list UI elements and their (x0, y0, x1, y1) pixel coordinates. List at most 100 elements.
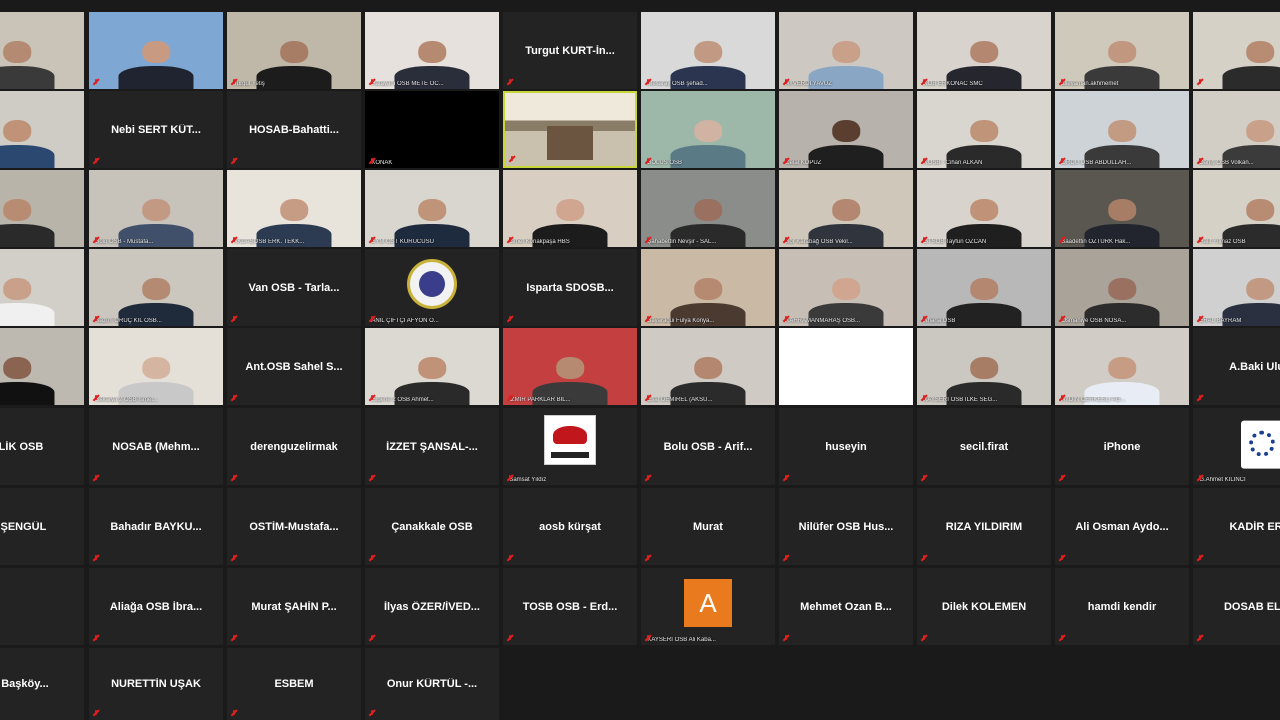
participant-tile[interactable]: Halit Yılmaz OSB (1193, 170, 1280, 247)
participant-tile[interactable]: ALİ AKO (0, 91, 84, 168)
participant-tile[interactable]: at ŞENGÜL (0, 488, 84, 565)
participant-tile[interactable]: HOSAB-Bahatti... (227, 91, 361, 168)
participant-tile[interactable]: Aliağa OSB İbra... (89, 568, 223, 645)
participant-tile[interactable]: Bayaragüi Fulya Konya... (641, 249, 775, 326)
participant-tile[interactable]: secil.firat (917, 408, 1051, 485)
participant-tile[interactable]: hamdi kendir (1055, 568, 1189, 645)
participant-tile[interactable]: Mesaray OSB şehad... (641, 12, 775, 89)
participant-tile[interactable]: Saadettin ÖZTÜRK Hak... (1055, 170, 1189, 247)
participant-video (89, 170, 223, 247)
participant-name: Murat (693, 520, 723, 533)
participant-tile[interactable]: Bor Karabağ OSB Vekil... (779, 170, 913, 247)
participant-tile[interactable]: alleyaman.akhmemet (1055, 12, 1189, 89)
participant-tile[interactable]: Bolu OSB - Mustafa... (89, 170, 223, 247)
participant-video (227, 12, 361, 89)
participant-video (1193, 170, 1280, 247)
participant-video (503, 170, 637, 247)
participant-tile[interactable]: OSTİM-Mustafa... (227, 488, 361, 565)
participant-tile[interactable]: aosb kürşat (503, 488, 637, 565)
participant-tile[interactable]: ANIL ÇİFTÇİ AFYON O... (365, 249, 499, 326)
participant-tile[interactable]: Turgut KURT-İn... (503, 12, 637, 89)
participant-tile[interactable]: HAKKİ ACAR (0, 170, 84, 247)
participant-tile[interactable]: AYVERDİ YAVUZ (779, 12, 913, 89)
participant-tile[interactable] (503, 91, 637, 168)
participant-tile[interactable]: A KAYSERİ OSB Ali Kaba... (641, 568, 775, 645)
participant-tile[interactable]: Onur KÜRTÜL -... (365, 648, 499, 720)
microphone-muted-icon (507, 79, 513, 85)
participant-tile[interactable]: Daniş OSB Volkan... (1193, 91, 1280, 168)
participant-tile[interactable]: G.Ahmet KILINCI (1193, 408, 1280, 485)
participant-label: İsmet Konakpaşa HBS (506, 239, 570, 245)
participant-tile[interactable]: huseyin (779, 408, 913, 485)
participant-tile[interactable]: RLİK OSB (0, 408, 84, 485)
participant-tile[interactable]: iPhone (1055, 408, 1189, 485)
participant-tile[interactable]: an Başköy... (0, 648, 84, 720)
participant-tile[interactable]: DOSAB ELEK (1193, 568, 1280, 645)
participant-tile[interactable]: NOSAB (Mehm... (89, 408, 223, 485)
participant-label: Ergene 2 OSB Ahmet... (368, 397, 434, 403)
participant-tile[interactable]: KONAK (365, 91, 499, 168)
participant-tile[interactable]: BOLUS OSB (641, 91, 775, 168)
participant-tile[interactable]: KAHRAMANMARAŞ OSB... (779, 249, 913, 326)
participant-tile[interactable]: AYDIN ÇERKESLİ AĞ... (1055, 328, 1189, 405)
participant-tile[interactable]: İsmet Konakpaşa HBS (503, 170, 637, 247)
participant-tile[interactable]: EYM OST KURUCUSU (365, 170, 499, 247)
participant-tile[interactable]: NURETTİN UŞAK (89, 648, 223, 720)
participant-tile[interactable]: NOB ERKONAC SMC (917, 12, 1051, 89)
participant-tile[interactable]: Nebi SERT KÜT... (89, 91, 223, 168)
participant-tile[interactable]: Osmaniye OSB NOSA... (1055, 249, 1189, 326)
participant-tile[interactable]: ERAL BAYRAM (1193, 249, 1280, 326)
participant-tile[interactable]: Şahabettin Nevşir - SAL... (641, 170, 775, 247)
participant-tile[interactable]: TOSB OSB - Erd... (503, 568, 637, 645)
participant-tile[interactable]: KAYSERİ OSB İLKE SEG... (917, 328, 1051, 405)
participant-tile[interactable]: Sinan Adaşgül (0, 249, 84, 326)
participant-tile[interactable]: Mehmet Ozan B... (779, 568, 913, 645)
participant-tile[interactable] (1193, 12, 1280, 89)
participant-label: KAHRAMANMARAŞ OSB... (782, 318, 861, 324)
participant-tile[interactable]: AKDAŞOSB ERK. TEKK... (227, 170, 361, 247)
participant-tile[interactable]: Turgut Yetiş (227, 12, 361, 89)
participant-tile[interactable]: Nhaha OSB (917, 249, 1051, 326)
participant-name: Bahadır BAYKU... (110, 520, 202, 533)
participant-tile[interactable]: Nilüfer OSB Hus... (779, 488, 913, 565)
participant-tile[interactable]: GTSOB Tayfun ÖZCAN (917, 170, 1051, 247)
participant-tile[interactable]: Çanakkale OSB (365, 488, 499, 565)
participant-tile[interactable]: Murat (641, 488, 775, 565)
participant-tile[interactable]: RIZA YILDIRIM (917, 488, 1051, 565)
participant-tile[interactable]: Ant.OSB Sahel S... (227, 328, 361, 405)
participant-tile[interactable]: Ali Osman Aydo... (1055, 488, 1189, 565)
participant-tile[interactable]: İZMİR PARKLAR BİL... (503, 328, 637, 405)
participant-tile[interactable]: NOSB - Cihan ALKAN (917, 91, 1051, 168)
participant-tile[interactable]: Mustafa OBG (0, 568, 84, 645)
participant-tile[interactable]: KADİR ERK (1193, 488, 1280, 565)
participant-tile[interactable]: ALİ ÖZDEMİR (0, 12, 84, 89)
participant-tile[interactable]: Murat ŞAHİN P... (227, 568, 361, 645)
participant-tile[interactable]: ORDU OSB ABDULLAH... (1055, 91, 1189, 168)
microphone-muted-icon (231, 475, 237, 481)
participant-tile[interactable]: Hatayam OSB METE OC... (365, 12, 499, 89)
participant-tile[interactable] (89, 12, 223, 89)
participant-tile[interactable]: Nazım ORUÇ KİL OSB... (89, 249, 223, 326)
participant-tile[interactable]: Samsat Yıldız (503, 408, 637, 485)
participant-tile[interactable]: İZZET ŞANSAL-... (365, 408, 499, 485)
participant-tile[interactable]: derenguzelirmak (227, 408, 361, 485)
gear-logo-icon (1241, 420, 1280, 469)
participant-tile[interactable]: Bolu OSB - Arif... (641, 408, 775, 485)
participant-tile[interactable]: ESBEM (227, 648, 361, 720)
participant-tile[interactable]: İlyas ÖZER/İVED... (365, 568, 499, 645)
microphone-muted-icon (231, 635, 237, 641)
participant-tile[interactable] (0, 328, 84, 405)
participant-tile[interactable]: Celal KOPUZ (779, 91, 913, 168)
participant-tile[interactable]: Bahadır BAYKU... (89, 488, 223, 565)
participant-tile[interactable]: Esat DEMİREL (AKSU... (641, 328, 775, 405)
participant-tile[interactable]: Sakarya 2 OSB İsmet... (89, 328, 223, 405)
participant-tile[interactable]: Isparta SDOSB... (503, 249, 637, 326)
participant-tile[interactable] (779, 328, 913, 405)
person-silhouette (118, 41, 194, 89)
participant-tile[interactable]: A.Baki Ulud (1193, 328, 1280, 405)
participant-name: huseyin (825, 440, 867, 453)
participant-tile[interactable]: Dilek KOLEMEN (917, 568, 1051, 645)
microphone-muted-icon (783, 475, 789, 481)
participant-tile[interactable]: Ergene 2 OSB Ahmet... (365, 328, 499, 405)
participant-tile[interactable]: Van OSB - Tarla... (227, 249, 361, 326)
